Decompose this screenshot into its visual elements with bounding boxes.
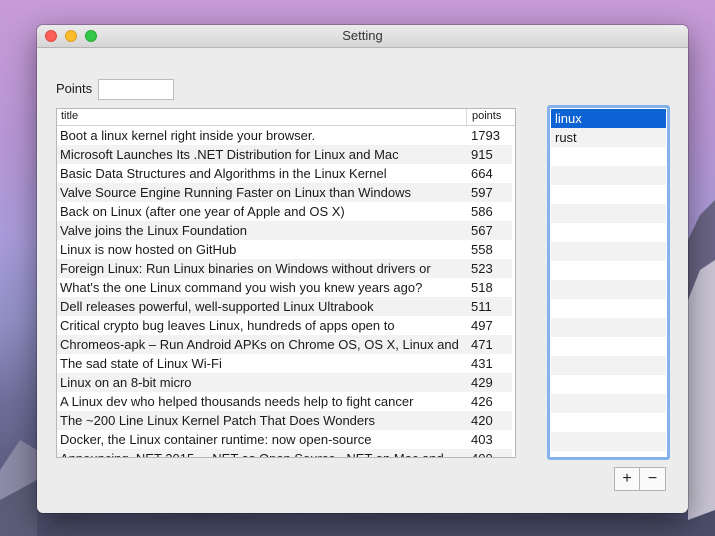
cell-title: The ~200 Line Linux Kernel Patch That Do… xyxy=(60,413,375,428)
empty-list-row xyxy=(551,185,666,204)
table-row[interactable]: The ~200 Line Linux Kernel Patch That Do… xyxy=(57,411,512,430)
cell-points: 664 xyxy=(471,166,493,181)
list-buttons: + − xyxy=(614,467,666,491)
cell-points: 497 xyxy=(471,318,493,333)
cell-points: 567 xyxy=(471,223,493,238)
table-row[interactable]: Docker, the Linux container runtime: now… xyxy=(57,430,512,449)
column-header-points[interactable]: points xyxy=(467,109,501,125)
cell-title: Linux is now hosted on GitHub xyxy=(60,242,237,257)
table-header: title points xyxy=(57,109,515,126)
remove-keyword-button[interactable]: − xyxy=(640,467,666,491)
empty-list-row xyxy=(551,223,666,242)
table-row[interactable]: Basic Data Structures and Algorithms in … xyxy=(57,164,512,183)
table-row[interactable]: The sad state of Linux Wi-Fi 431 xyxy=(57,354,512,373)
settings-window: Setting Points title points Boot a linux… xyxy=(37,25,688,513)
cell-points: 915 xyxy=(471,147,493,162)
empty-list-row xyxy=(551,356,666,375)
cell-points: 471 xyxy=(471,337,493,352)
cell-title: A Linux dev who helped thousands needs h… xyxy=(60,394,414,409)
cell-title: Critical crypto bug leaves Linux, hundre… xyxy=(60,318,395,333)
cell-points: 558 xyxy=(471,242,493,257)
cell-title: What's the one Linux command you wish yo… xyxy=(60,280,423,295)
cell-points: 597 xyxy=(471,185,493,200)
empty-list-row xyxy=(551,432,666,451)
cell-title: Valve joins the Linux Foundation xyxy=(60,223,247,238)
title-bar[interactable]: Setting xyxy=(37,25,688,48)
empty-list-row xyxy=(551,318,666,337)
cell-title: Foreign Linux: Run Linux binaries on Win… xyxy=(60,261,431,276)
cell-points: 586 xyxy=(471,204,493,219)
cell-points: 1793 xyxy=(471,128,500,143)
empty-list-row xyxy=(551,375,666,394)
keyword-list-items: linux rust xyxy=(551,109,666,457)
empty-list-row xyxy=(551,337,666,356)
table-row[interactable]: Boot a linux kernel right inside your br… xyxy=(57,126,512,145)
table-row[interactable]: Foreign Linux: Run Linux binaries on Win… xyxy=(57,259,512,278)
cell-title: Valve Source Engine Running Faster on Li… xyxy=(60,185,411,200)
stories-table[interactable]: title points Boot a linux kernel right i… xyxy=(56,108,516,458)
table-row[interactable]: A Linux dev who helped thousands needs h… xyxy=(57,392,512,411)
cell-points: 511 xyxy=(471,299,492,314)
cell-title: Linux on an 8-bit micro xyxy=(60,375,192,390)
empty-list-row xyxy=(551,204,666,223)
cell-title: Docker, the Linux container runtime: now… xyxy=(60,432,372,447)
cell-title: Back on Linux (after one year of Apple a… xyxy=(60,204,345,219)
table-rows: Boot a linux kernel right inside your br… xyxy=(57,126,515,457)
window-title: Setting xyxy=(342,28,383,43)
empty-list-row xyxy=(551,242,666,261)
cell-title: Basic Data Structures and Algorithms in … xyxy=(60,166,387,181)
empty-list-row xyxy=(551,166,666,185)
table-row[interactable]: Linux is now hosted on GitHub 558 xyxy=(57,240,512,259)
cell-title: The sad state of Linux Wi-Fi xyxy=(60,356,222,371)
keyword-item[interactable]: rust xyxy=(551,128,666,147)
table-row[interactable]: Dell releases powerful, well-supported L… xyxy=(57,297,512,316)
table-row[interactable]: Announcing .NET 2015 – .NET as Open Sour… xyxy=(57,449,512,457)
cell-points: 403 xyxy=(471,432,493,447)
points-input[interactable] xyxy=(98,79,174,100)
table-row[interactable]: Chromeos-apk – Run Android APKs on Chrom… xyxy=(57,335,512,354)
cell-points: 400 xyxy=(467,449,493,457)
cell-points: 518 xyxy=(471,280,493,295)
table-row[interactable]: What's the one Linux command you wish yo… xyxy=(57,278,512,297)
table-row[interactable]: Back on Linux (after one year of Apple a… xyxy=(57,202,512,221)
table-row[interactable]: Critical crypto bug leaves Linux, hundre… xyxy=(57,316,512,335)
table-row[interactable]: Valve Source Engine Running Faster on Li… xyxy=(57,183,512,202)
empty-list-row xyxy=(551,261,666,280)
empty-list-row xyxy=(551,280,666,299)
empty-list-row xyxy=(551,394,666,413)
add-keyword-button[interactable]: + xyxy=(614,467,640,491)
cell-points: 429 xyxy=(471,375,493,390)
cell-points: 523 xyxy=(471,261,493,276)
cell-points: 420 xyxy=(471,413,493,428)
points-label: Points xyxy=(56,81,93,96)
column-header-title[interactable]: title xyxy=(57,109,467,125)
keyword-list[interactable]: linux rust xyxy=(547,105,670,460)
cell-points: 431 xyxy=(471,356,493,371)
cell-title: Dell releases powerful, well-supported L… xyxy=(60,299,374,314)
table-row[interactable]: Linux on an 8-bit micro 429 xyxy=(57,373,512,392)
empty-list-row xyxy=(551,413,666,432)
cell-points: 426 xyxy=(471,394,493,409)
cell-title: Microsoft Launches Its .NET Distribution… xyxy=(60,147,399,162)
cell-title: Boot a linux kernel right inside your br… xyxy=(60,128,316,143)
keyword-item[interactable]: linux xyxy=(551,109,666,128)
table-row[interactable]: Microsoft Launches Its .NET Distribution… xyxy=(57,145,512,164)
table-row[interactable]: Valve joins the Linux Foundation 567 xyxy=(57,221,512,240)
empty-list-row xyxy=(551,299,666,318)
empty-list-row xyxy=(551,147,666,166)
cell-title: Announcing .NET 2015 – .NET as Open Sour… xyxy=(57,449,467,457)
cell-title: Chromeos-apk – Run Android APKs on Chrom… xyxy=(60,337,459,352)
